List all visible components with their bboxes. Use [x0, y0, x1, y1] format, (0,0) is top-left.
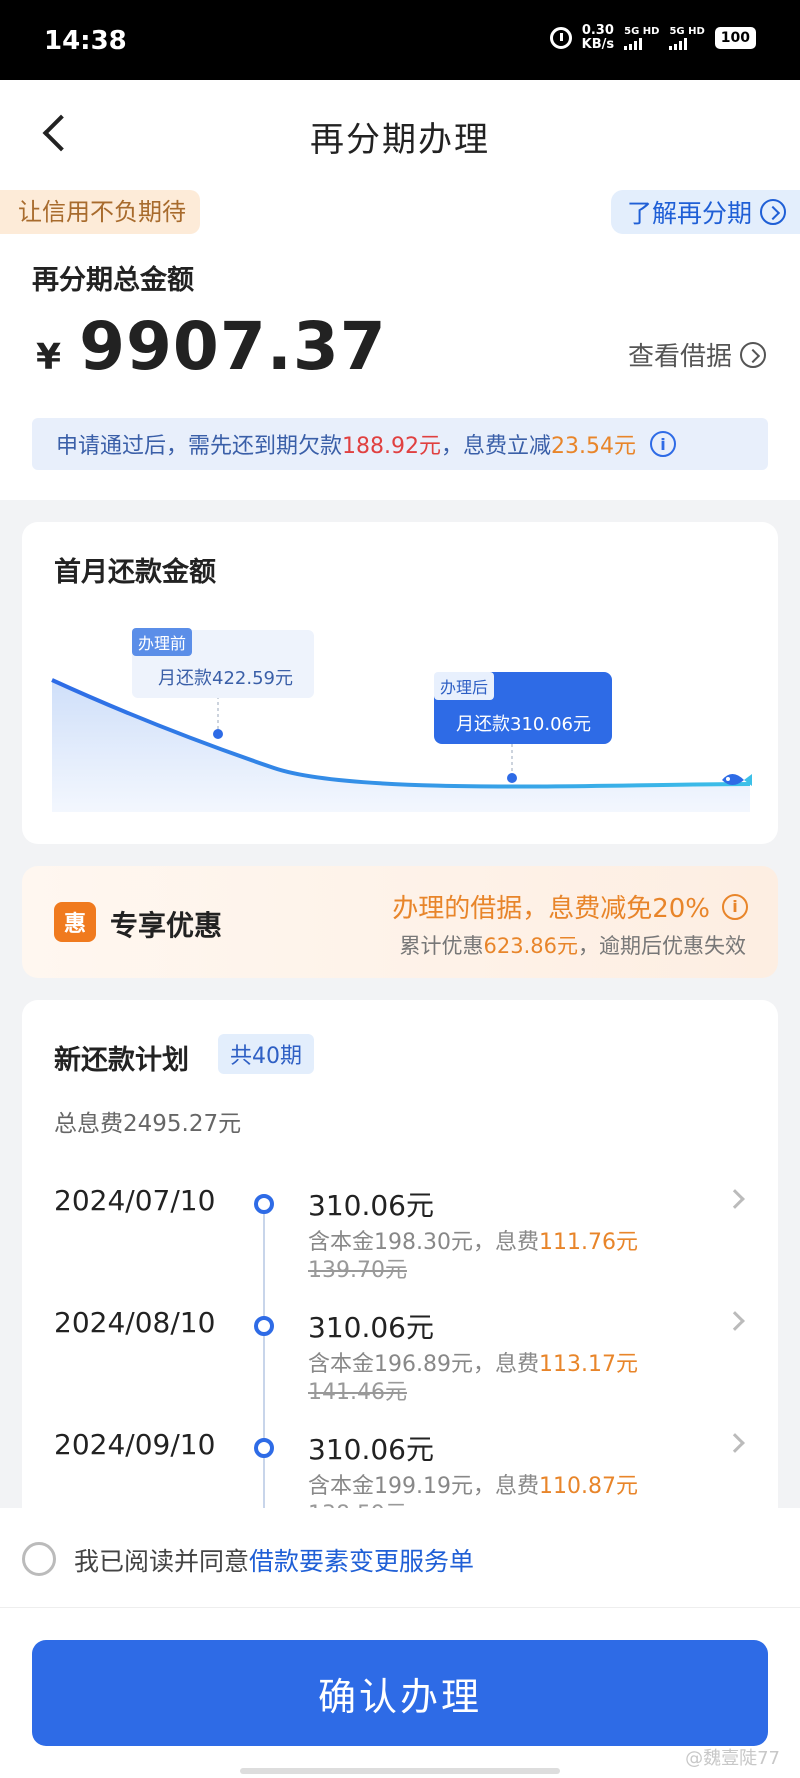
chevron-right-icon — [725, 1311, 745, 1331]
agreement-bar: 我已阅读并同意借款要素变更服务单 — [0, 1508, 800, 1608]
bottom-action-area: 确认办理 @魏壹陡77 — [0, 1608, 800, 1778]
chart-area-fill — [52, 680, 750, 812]
plan-date: 2024/08/10 — [54, 1306, 216, 1339]
chevron-right-icon — [725, 1189, 745, 1209]
plan-row[interactable]: 2024/09/10 310.06元 含本金199.19元，息费110.87元 … — [22, 1428, 778, 1520]
notice-bar: 申请通过后，需先还到期欠款 188.92元 ，息费立减 23.54元 i — [32, 418, 768, 470]
before-tag: 办理前 — [132, 628, 193, 656]
chevron-right-icon — [725, 1433, 745, 1453]
plan-amount: 310.06元 — [308, 1433, 434, 1466]
confirm-button[interactable]: 确认办理 — [32, 1640, 768, 1746]
after-value: 月还款310.06元 — [456, 714, 591, 735]
signal-sim1-icon: 5G HD — [624, 26, 659, 50]
plan-title: 新还款计划 — [54, 1045, 189, 1076]
discount-icon: 惠 — [54, 902, 96, 942]
currency-symbol: ¥ — [36, 337, 62, 378]
plan-row[interactable]: 2024/08/10 310.06元 含本金196.89元，息费113.17元 … — [22, 1306, 778, 1416]
battery-icon: 100 — [714, 27, 756, 49]
timeline-dot — [254, 1316, 274, 1336]
total-amount: ¥ 9907.37 — [36, 308, 387, 385]
plan-amount: 310.06元 — [308, 1311, 434, 1344]
learn-reinstallment-link[interactable]: 了解再分期 — [610, 190, 800, 234]
after-tooltip: 办理后 月还款310.06元 — [434, 672, 612, 744]
before-value: 月还款422.59元 — [158, 668, 293, 689]
repayment-plan-card: 新还款计划 共40期 总息费2495.27元 2024/07/10 310.06… — [22, 1000, 778, 1520]
plan-amount: 310.06元 — [308, 1189, 434, 1222]
offer-title: 专享优惠 — [110, 909, 223, 942]
point-before — [213, 729, 223, 739]
page-title: 再分期办理 — [310, 120, 490, 160]
plan-original-fee: 139.70元 — [308, 1258, 407, 1283]
home-indicator — [240, 1768, 560, 1774]
point-after — [507, 773, 517, 783]
info-icon[interactable]: i — [650, 431, 676, 457]
circle-chevron-right-icon — [740, 341, 766, 368]
plan-date: 2024/09/10 — [54, 1428, 216, 1461]
slogan-tag: 让信用不负期待 — [0, 190, 200, 234]
alarm-icon — [549, 27, 572, 49]
agreement-text: 我已阅读并同意借款要素变更服务单 — [74, 1547, 475, 1576]
plan-date: 2024/07/10 — [54, 1184, 216, 1217]
plan-row[interactable]: 2024/07/10 310.06元 含本金198.30元，息费111.76元 … — [22, 1184, 778, 1294]
offer-sub: 累计优惠623.86元，逾期后优惠失效 — [399, 934, 746, 958]
total-amount-card: 让信用不负期待 了解再分期 再分期总金额 ¥ 9907.37 查看借据 申请通过… — [0, 190, 800, 500]
circle-chevron-right-icon — [760, 199, 786, 225]
status-icons: 0.30 KB/s 5G HD 5G HD 100 — [549, 23, 756, 52]
agreement-checkbox[interactable] — [22, 1542, 56, 1576]
first-month-chart-card: 首月还款金额 办理前 月还款422.59元 办理后 月还款310.06元 — [22, 522, 778, 844]
exclusive-offer-card: 惠 专享优惠 办理的借据，息费减免20% i 累计优惠623.86元，逾期后优惠… — [22, 866, 778, 978]
status-bar: 14:38 0.30 KB/s 5G HD 5G HD 100 — [0, 0, 800, 80]
signal-sim2-icon: 5G HD — [669, 26, 705, 50]
watermark: @魏壹陡77 — [685, 1748, 780, 1769]
service-agreement-link[interactable]: 借款要素变更服务单 — [249, 1547, 474, 1576]
period-count-badge: 共40期 — [218, 1034, 314, 1074]
view-loan-link[interactable]: 查看借据 — [628, 336, 766, 373]
total-interest: 总息费2495.27元 — [54, 1111, 242, 1137]
before-tooltip: 办理前 月还款422.59元 — [132, 628, 314, 698]
timeline-dot — [254, 1194, 274, 1214]
overdue-amount: 188.92元 — [342, 434, 441, 459]
timeline-dot — [254, 1438, 274, 1458]
total-amount-value: 9907.37 — [79, 308, 387, 385]
plan-original-fee: 141.46元 — [308, 1380, 407, 1405]
fee-discount-amount: 23.54元 — [551, 434, 636, 459]
network-speed: 0.30 KB/s — [581, 23, 615, 52]
total-amount-label: 再分期总金额 — [32, 265, 194, 296]
status-time: 14:38 — [44, 26, 127, 56]
after-tag: 办理后 — [434, 672, 495, 700]
info-icon[interactable]: i — [722, 893, 748, 920]
offer-main: 办理的借据，息费减免20% i — [392, 888, 748, 925]
nav-bar: 再分期办理 — [0, 80, 800, 190]
